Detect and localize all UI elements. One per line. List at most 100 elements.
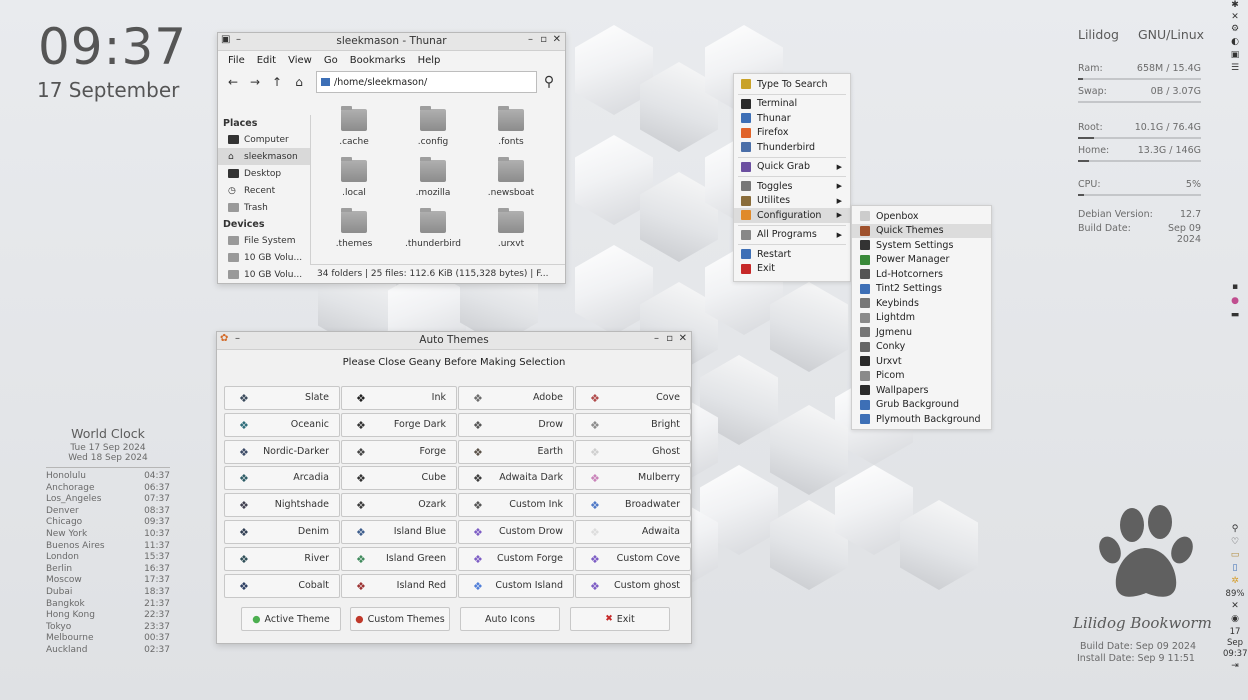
folder-item[interactable]: .cache [324,106,384,147]
menu-item-quick-grab[interactable]: Quick Grab ▶ [734,160,850,175]
list-icon[interactable]: ☰ [1228,63,1242,76]
logout-icon[interactable]: ⇥ [1223,661,1247,673]
wifi-icon[interactable]: ✱ [1228,0,1242,12]
home-icon[interactable]: ⌂ [288,75,310,89]
theme-button-cobalt[interactable]: ❖ Cobalt [224,573,340,598]
theme-button-custom-cove[interactable]: ❖ Custom Cove [575,546,691,571]
theme-button-nordic-darker[interactable]: ❖ Nordic-Darker [224,439,340,464]
shield-icon[interactable]: ♡ [1223,537,1247,550]
sidebar-item-filesystem[interactable]: File System [218,232,310,249]
theme-button-custom-ghost[interactable]: ❖ Custom ghost [575,573,691,598]
theme-button-river[interactable]: ❖ River [224,546,340,571]
submenu-item-wallpapers[interactable]: Wallpapers [852,383,991,398]
folder-item[interactable]: .local [324,157,384,198]
submenu-item-conky[interactable]: Conky [852,340,991,355]
menu-item-all-programs[interactable]: All Programs ▶ [734,228,850,243]
menu-item-thunar[interactable]: Thunar [734,111,850,126]
menu-edit[interactable]: Edit [251,55,282,66]
menu-file[interactable]: File [222,55,251,66]
close-icon[interactable]: ✕ [1228,12,1242,24]
menu-item-restart[interactable]: Restart [734,247,850,262]
folder-item[interactable]: .themes [324,208,384,249]
sun-icon[interactable]: ✲ [1223,576,1247,589]
folder-item[interactable]: .newsboat [481,157,541,198]
location-bar[interactable]: /home/sleekmason/ [316,71,537,93]
forward-arrow-icon[interactable]: → [244,75,266,89]
theme-button-bright[interactable]: ❖ Bright [575,412,691,437]
submenu-item-lightdm[interactable]: Lightdm [852,311,991,326]
up-arrow-icon[interactable]: ↑ [266,75,288,89]
theme-button-forge[interactable]: ❖ Forge [341,439,457,464]
theme-button-ghost[interactable]: ❖ Ghost [575,439,691,464]
sidebar-item-home[interactable]: ⌂ sleekmason [218,148,310,165]
sidebar-item-trash[interactable]: Trash [218,199,310,216]
theme-button-ink[interactable]: ❖ Ink [341,386,457,410]
menu-item-terminal[interactable]: Terminal [734,97,850,112]
theme-button-forge-dark[interactable]: ❖ Forge Dark [341,412,457,437]
active-theme-button[interactable]: ● Active Theme [241,607,341,631]
power-icon[interactable]: ◉ [1223,614,1247,627]
search-icon[interactable]: ⚲ [537,74,561,90]
menu-item-exit[interactable]: Exit [734,262,850,277]
theme-button-custom-ink[interactable]: ❖ Custom Ink [458,493,574,518]
theme-button-earth[interactable]: ❖ Earth [458,439,574,464]
menu-item-thunderbird[interactable]: Thunderbird [734,140,850,155]
thunar-titlebar[interactable]: ▣ – sleekmason - Thunar – ▫ ✕ [218,33,565,51]
theme-button-cube[interactable]: ❖ Cube [341,466,457,491]
theme-button-island-blue[interactable]: ❖ Island Blue [341,520,457,544]
theme-button-custom-island[interactable]: ❖ Custom Island [458,573,574,598]
submenu-item-tint2-settings[interactable]: Tint2 Settings [852,282,991,297]
menu-item-firefox[interactable]: Firefox [734,126,850,141]
theme-button-mulberry[interactable]: ❖ Mulberry [575,466,691,491]
tools-icon[interactable]: ✕ [1223,601,1247,614]
app-icon[interactable]: ● [1228,296,1242,310]
submenu-item-quick-themes[interactable]: Quick Themes [852,223,991,238]
folder-item[interactable]: .config [403,106,463,147]
theme-button-island-red[interactable]: ❖ Island Red [341,573,457,598]
folder-item[interactable]: .fonts [481,106,541,147]
submenu-item-system-settings[interactable]: System Settings [852,238,991,253]
exit-button[interactable]: ✖ Exit [570,607,670,631]
theme-button-drow[interactable]: ❖ Drow [458,412,574,437]
terminal-icon[interactable]: ▪ [1228,282,1242,296]
document-icon[interactable]: ▯ [1223,563,1247,576]
close-button[interactable]: ✕ [679,333,687,344]
folder-item[interactable]: .mozilla [403,157,463,198]
drive-icon[interactable]: ▭ [1223,550,1247,563]
menu-item-utilites[interactable]: Utilites ▶ [734,194,850,209]
submenu-item-grub-background[interactable]: Grub Background [852,398,991,413]
menu-item-toggles[interactable]: Toggles ▶ [734,179,850,194]
theme-button-nightshade[interactable]: ❖ Nightshade [224,493,340,518]
theme-button-island-green[interactable]: ❖ Island Green [341,546,457,571]
maximize-button[interactable]: ▫ [666,333,673,344]
menu-item-configuration[interactable]: Configuration ▶ [734,208,850,223]
theme-button-adwaita-dark[interactable]: ❖ Adwaita Dark [458,466,574,491]
sidebar-item-volume-2[interactable]: 10 GB Volu... [218,266,310,283]
submenu-item-plymouth-background[interactable]: Plymouth Background [852,412,991,427]
auto-icons-button[interactable]: Auto Icons [460,607,560,631]
submenu-item-openbox[interactable]: Openbox [852,209,991,224]
theme-button-adobe[interactable]: ❖ Adobe [458,386,574,410]
theme-button-denim[interactable]: ❖ Denim [224,520,340,544]
brightness-icon[interactable]: ◐ [1228,37,1242,50]
close-button[interactable]: ✕ [553,34,561,45]
theme-button-oceanic[interactable]: ❖ Oceanic [224,412,340,437]
theme-button-broadwater[interactable]: ❖ Broadwater [575,493,691,518]
image-icon[interactable]: ▣ [1228,50,1242,63]
menu-go[interactable]: Go [318,55,344,66]
auto-themes-titlebar[interactable]: ✿ – Auto Themes – ▫ ✕ [217,332,691,350]
menu-view[interactable]: View [282,55,318,66]
sidebar-item-computer[interactable]: Computer [218,131,310,148]
submenu-item-ld-hotcorners[interactable]: Ld-Hotcorners [852,267,991,282]
theme-button-ozark[interactable]: ❖ Ozark [341,493,457,518]
theme-button-arcadia[interactable]: ❖ Arcadia [224,466,340,491]
custom-themes-button[interactable]: ● Custom Themes [350,607,450,631]
settings-icon[interactable]: ⚙ [1228,24,1242,37]
menu-bookmarks[interactable]: Bookmarks [344,55,412,66]
folder-item[interactable]: .thunderbird [403,208,463,249]
minimize-button[interactable]: – [528,34,533,45]
theme-button-custom-forge[interactable]: ❖ Custom Forge [458,546,574,571]
submenu-item-keybinds[interactable]: Keybinds [852,296,991,311]
folder-item[interactable]: .urxvt [481,208,541,249]
theme-button-slate[interactable]: ❖ Slate [224,386,340,410]
